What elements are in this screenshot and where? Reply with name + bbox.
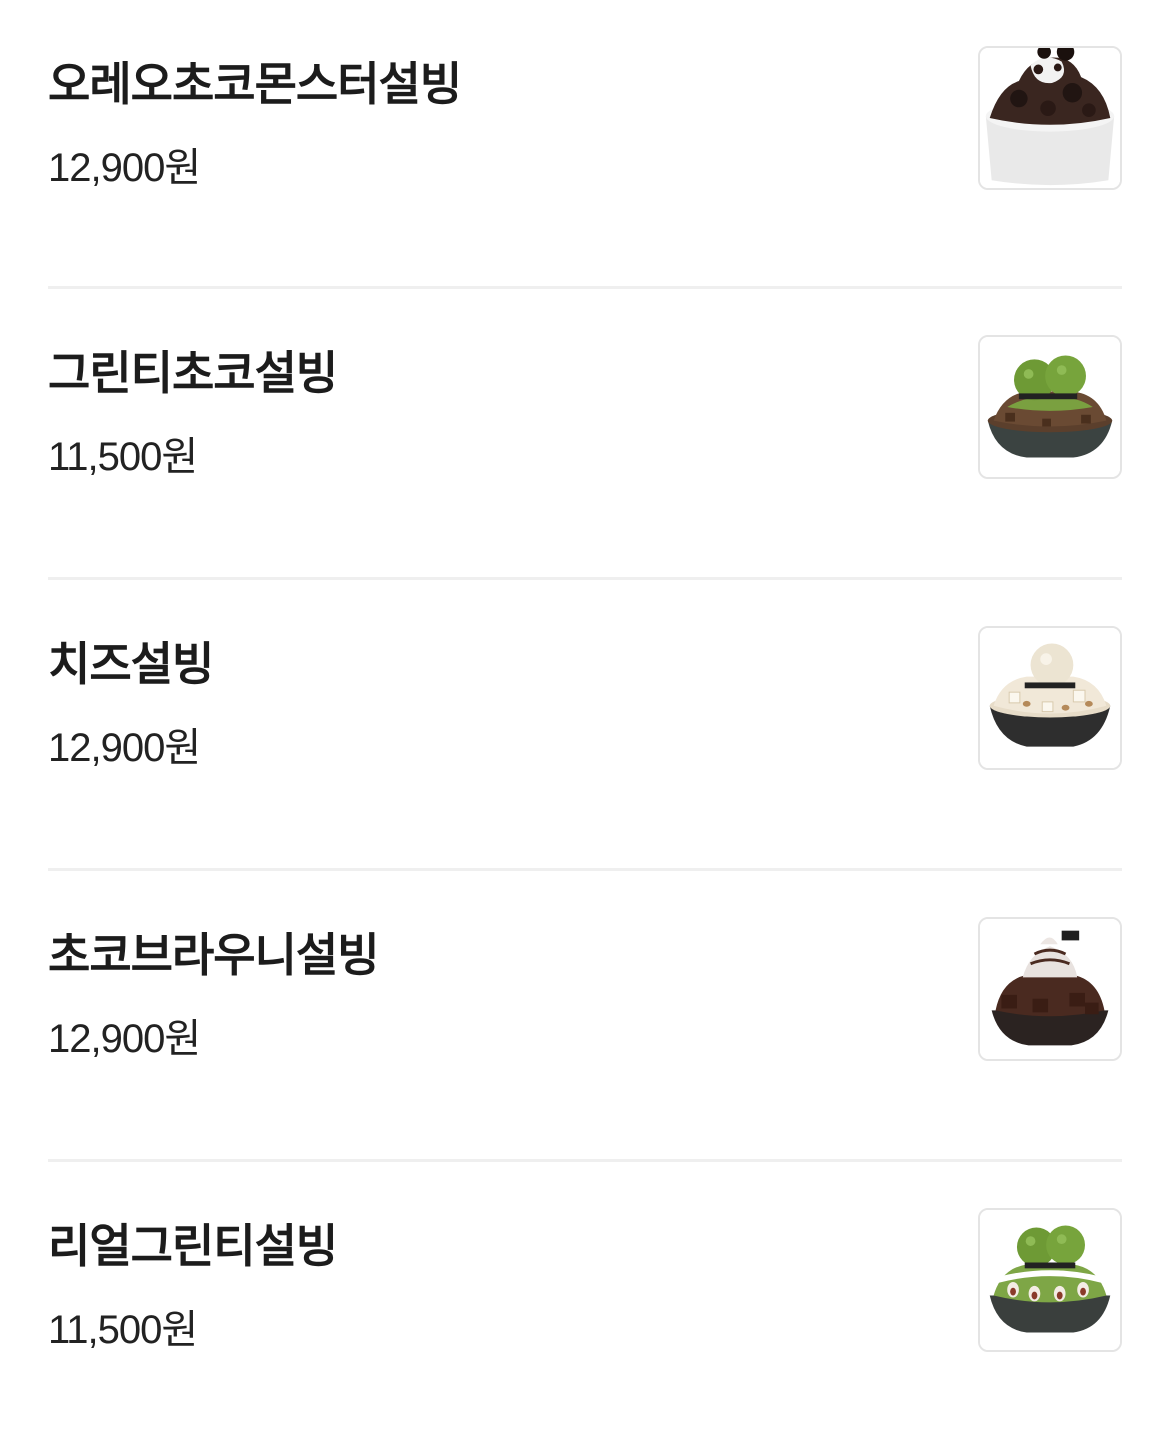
greentea-choco-bingsu-image[interactable]	[978, 335, 1122, 479]
real-greentea-bingsu-image[interactable]	[978, 1208, 1122, 1352]
menu-item-price: 11,500원	[48, 435, 198, 479]
oreo-choco-bingsu-photo-icon	[980, 48, 1120, 188]
cheese-bingsu-photo-icon	[980, 628, 1120, 768]
oreo-choco-bingsu-image[interactable]	[978, 46, 1122, 190]
menu-item-oreo-choco-monster[interactable]: 오레오초코몬스터설빙 12,900원	[48, 0, 1122, 289]
menu-item-price: 12,900원	[48, 1017, 201, 1061]
menu-item-real-greentea[interactable]: 리얼그린티설빙 11,500원	[48, 1162, 1122, 1453]
menu-item-name: 치즈설빙	[48, 638, 214, 690]
menu-item-price: 11,500원	[48, 1308, 198, 1352]
menu-item-cheese[interactable]: 치즈설빙 12,900원	[48, 580, 1122, 871]
menu-item-name: 리얼그린티설빙	[48, 1220, 338, 1272]
choco-brownie-bingsu-photo-icon	[980, 919, 1120, 1059]
menu-item-price: 12,900원	[48, 146, 201, 190]
menu-item-greentea-choco[interactable]: 그린티초코설빙 11,500원	[48, 289, 1122, 580]
menu-item-price: 12,900원	[48, 726, 201, 770]
greentea-choco-bingsu-photo-icon	[980, 337, 1120, 477]
choco-brownie-bingsu-image[interactable]	[978, 917, 1122, 1061]
menu-list: 오레오초코몬스터설빙 12,900원 그린티초코설빙 11,500원 치즈설빙 …	[48, 0, 1122, 1453]
cheese-bingsu-image[interactable]	[978, 626, 1122, 770]
menu-item-choco-brownie[interactable]: 초코브라우니설빙 12,900원	[48, 871, 1122, 1162]
menu-item-name: 초코브라우니설빙	[48, 929, 380, 981]
menu-item-name: 오레오초코몬스터설빙	[48, 58, 462, 110]
real-greentea-bingsu-photo-icon	[980, 1210, 1120, 1350]
menu-item-name: 그린티초코설빙	[48, 347, 338, 399]
